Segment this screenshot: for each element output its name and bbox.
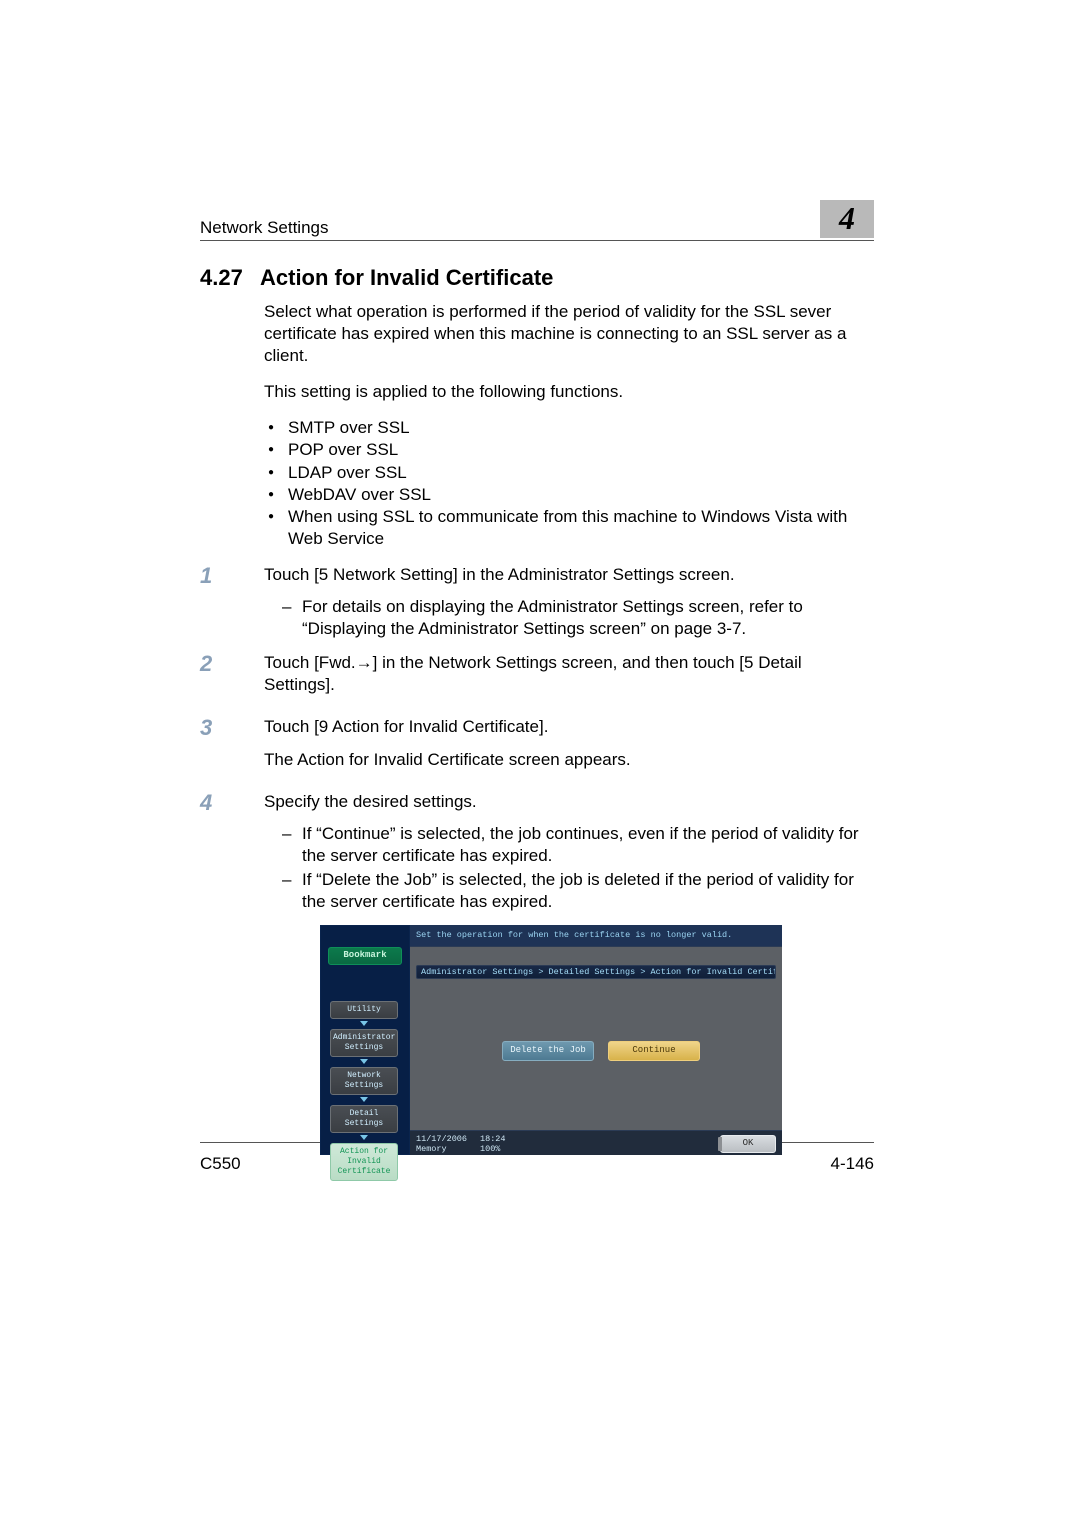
section-number: 4.27 [200,265,260,291]
continue-button[interactable]: Continue [608,1041,700,1061]
ok-button[interactable]: OK [720,1135,776,1153]
footer-page: 4-146 [831,1154,874,1174]
footer-model: C550 [200,1154,241,1174]
dash-icon: – [282,823,302,867]
page-sheet: Network Settings 4 4.27Action for Invali… [200,200,874,1143]
ui-sidebar: Bookmark Utility Administrator Settings … [320,925,411,1155]
status-bar: 11/17/2006 18:24 Memory 100% OK [410,1130,782,1155]
bullet-item: SMTP over SSL [264,417,874,439]
step-list: 1 Touch [5 Network Setting] in the Admin… [200,564,874,915]
step-sub-text: If “Delete the Job” is selected, the job… [302,869,874,913]
page-footer: C550 4-146 [200,1154,874,1174]
section-heading: 4.27Action for Invalid Certificate [200,265,874,291]
device-screenshot: Bookmark Utility Administrator Settings … [320,925,782,1155]
ui-content-area: Set the operation for when the certifica… [410,925,782,1155]
step: 3 Touch [9 Action for Invalid Certificat… [200,716,874,780]
step-text: Touch [Fwd.→] in the Network Settings sc… [264,652,874,696]
bullet-item: WebDAV over SSL [264,484,874,506]
step-after-text: The Action for Invalid Certificate scree… [264,749,874,771]
dash-icon: – [282,869,302,913]
step: 1 Touch [5 Network Setting] in the Admin… [200,564,874,642]
step-sub-text: If “Continue” is selected, the job conti… [302,823,874,867]
nav-utility[interactable]: Utility [330,1001,398,1019]
bullet-item: When using SSL to communicate from this … [264,506,874,550]
step-sub-text: For details on displaying the Administra… [302,596,874,640]
delete-job-button[interactable]: Delete the Job [502,1041,594,1061]
step-number: 4 [200,791,264,915]
step-sub: – If “Delete the Job” is selected, the j… [282,869,874,913]
intro-block: Select what operation is performed if th… [264,301,874,550]
step-text: Touch [9 Action for Invalid Certificate]… [264,716,874,738]
chevron-down-icon [360,1135,368,1140]
step-number: 1 [200,564,264,642]
hint-bar: Set the operation for when the certifica… [410,925,782,947]
step: 2 Touch [Fwd.→] in the Network Settings … [200,652,874,706]
intro-paragraph-2: This setting is applied to the following… [264,381,874,403]
nav-detail-settings[interactable]: Detail Settings [330,1105,398,1133]
step-number: 3 [200,716,264,780]
bullet-item: LDAP over SSL [264,462,874,484]
nav-admin-settings[interactable]: Administrator Settings [330,1029,398,1057]
nav-network-settings[interactable]: Network Settings [330,1067,398,1095]
status-date: 11/17/2006 [416,1134,467,1144]
bookmark-button[interactable]: Bookmark [328,947,402,965]
chevron-down-icon [360,1059,368,1064]
status-memory-value: 100% [480,1144,500,1154]
bullet-item: POP over SSL [264,439,874,461]
dash-icon: – [282,596,302,640]
chapter-number-badge: 4 [820,200,874,238]
status-time: 18:24 [480,1134,506,1144]
step-text: Touch [5 Network Setting] in the Adminis… [264,564,874,586]
function-list: SMTP over SSL POP over SSL LDAP over SSL… [264,417,874,550]
intro-paragraph-1: Select what operation is performed if th… [264,301,874,367]
chevron-down-icon [360,1021,368,1026]
chevron-down-icon [360,1097,368,1102]
step: 4 Specify the desired settings. – If “Co… [200,791,874,915]
step-text: Specify the desired settings. [264,791,874,813]
page-header: Network Settings 4 [200,200,874,241]
header-section-label: Network Settings [200,218,329,238]
section-title-text: Action for Invalid Certificate [260,265,553,290]
status-memory-label: Memory [416,1144,447,1154]
step-sub: – If “Continue” is selected, the job con… [282,823,874,867]
step-number: 2 [200,652,264,706]
breadcrumb-bar: Administrator Settings > Detailed Settin… [416,965,776,979]
step-sub: – For details on displaying the Administ… [282,596,874,640]
